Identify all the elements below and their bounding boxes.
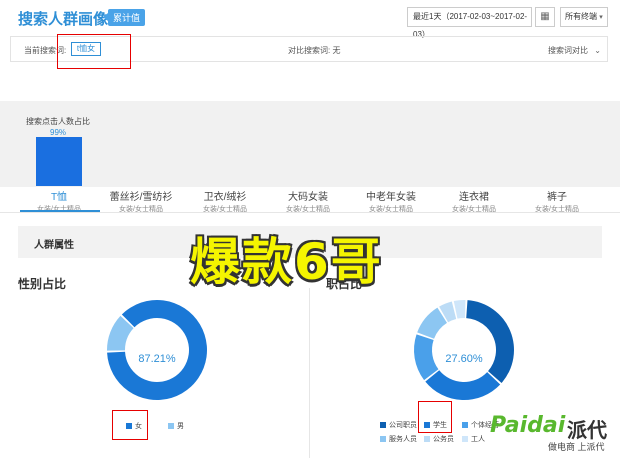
date-range-select[interactable]: 最近1天（2017-02-03~2017-02-03） bbox=[407, 7, 532, 39]
legend-item-male[interactable]: 男 bbox=[168, 421, 184, 431]
bar-chart-title: 搜索点击人数占比 bbox=[26, 117, 90, 126]
legend-swatch bbox=[462, 422, 468, 429]
donut-slice-staff[interactable] bbox=[466, 300, 515, 384]
legend-swatch bbox=[168, 423, 174, 430]
legend-label: 工人 bbox=[471, 436, 485, 443]
tab-label: 蕾丝衫/雪纺衫 bbox=[109, 192, 173, 203]
gender-center-value: 87.21% bbox=[138, 353, 176, 365]
bar-t-shirt[interactable] bbox=[36, 137, 82, 186]
tab-category[interactable]: 大码女装 女装/女士精品 bbox=[268, 188, 348, 214]
tab-category[interactable]: 裤子 女装/女士精品 bbox=[517, 188, 597, 214]
watermark-text: 爆款6哥 bbox=[190, 233, 383, 291]
legend-item-staff[interactable]: 公司职员 bbox=[380, 420, 417, 430]
cumulative-badge: 累计值 bbox=[102, 9, 146, 26]
compare-toggle[interactable]: 搜索词对比 ⌄ bbox=[548, 45, 601, 56]
legend-item-civil-servant[interactable]: 公务员 bbox=[424, 434, 454, 444]
tab-category[interactable]: 中老年女装 女装/女士精品 bbox=[351, 188, 431, 214]
tab-category[interactable]: 连衣裙 女装/女士精品 bbox=[434, 188, 514, 214]
occupation-center-value: 27.60% bbox=[445, 353, 483, 365]
paidai-tagline: 做电商 上派代 bbox=[548, 442, 605, 452]
legend-label: 男 bbox=[177, 423, 184, 430]
highlight-box-keyword bbox=[57, 34, 131, 69]
legend-item-service[interactable]: 服务人员 bbox=[380, 434, 417, 444]
highlight-box-student bbox=[418, 401, 452, 433]
gender-donut bbox=[107, 300, 208, 400]
tab-label: 中老年女装 bbox=[366, 192, 416, 203]
tab-label: 卫衣/绒衫 bbox=[203, 192, 247, 203]
donut-slice-worker[interactable] bbox=[453, 300, 466, 319]
tab-divider bbox=[0, 212, 620, 213]
legend-swatch bbox=[380, 436, 386, 443]
tab-category[interactable]: 卫衣/绒衫 女装/女士精品 bbox=[185, 188, 265, 214]
paidai-logo-zh: 派代 bbox=[567, 420, 607, 442]
calendar-icon[interactable]: ▦ bbox=[535, 7, 555, 27]
donut-slice-self-employed[interactable] bbox=[413, 334, 439, 381]
chevron-down-icon: ▾ bbox=[599, 14, 603, 21]
bar-value-label: 99% bbox=[50, 128, 67, 137]
legend-item-worker[interactable]: 工人 bbox=[462, 434, 485, 444]
legend-swatch bbox=[380, 422, 386, 429]
paidai-logo: Paidai bbox=[490, 413, 566, 438]
terminal-select[interactable]: 所有终端 ▾ bbox=[560, 7, 608, 27]
occupation-center-label: 学生 bbox=[456, 340, 472, 350]
legend-swatch bbox=[424, 436, 430, 443]
tab-category[interactable]: 蕾丝衫/雪纺衫 女装/女士精品 bbox=[101, 188, 181, 214]
highlight-box-female bbox=[112, 410, 148, 440]
tab-label: T恤 bbox=[50, 192, 68, 203]
tab-label: 裤子 bbox=[547, 192, 567, 203]
legend-label: 服务人员 bbox=[389, 436, 417, 443]
occupation-donut bbox=[413, 300, 515, 400]
gender-center-label: 女 bbox=[153, 340, 161, 350]
legend-label: 公司职员 bbox=[389, 422, 417, 429]
section-title: 人群属性 bbox=[34, 240, 74, 251]
chevron-down-icon: ⌄ bbox=[594, 46, 601, 55]
tab-label: 连衣裙 bbox=[459, 192, 489, 203]
compare-keyword-label: 对比搜索词: 无 bbox=[288, 46, 341, 55]
terminal-label: 所有终端 bbox=[565, 12, 597, 21]
tab-label: 大码女装 bbox=[288, 192, 328, 203]
legend-swatch bbox=[462, 436, 468, 443]
bar-chart-area bbox=[0, 101, 620, 187]
donut-slice-student[interactable] bbox=[425, 370, 501, 400]
legend-label: 公务员 bbox=[433, 436, 454, 443]
page-title: 搜索人群画像 bbox=[18, 11, 109, 28]
compare-toggle-label: 搜索词对比 bbox=[548, 46, 588, 55]
